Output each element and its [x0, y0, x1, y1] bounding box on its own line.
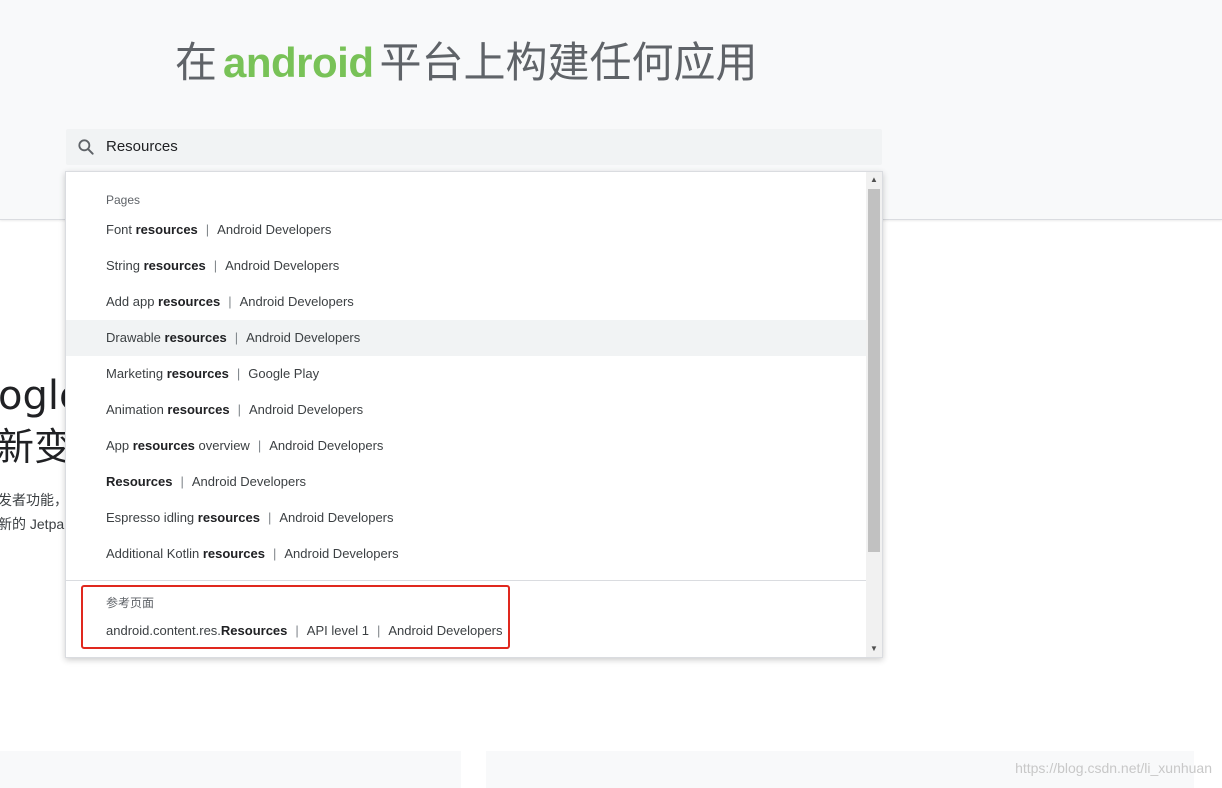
search-box[interactable] — [66, 129, 882, 165]
result-title-match: resources — [197, 510, 260, 525]
separator: | — [273, 546, 277, 561]
result-title-match: resources — [202, 546, 265, 561]
background-subheading: 新变 — [0, 425, 73, 469]
scrollbar-thumb[interactable] — [868, 189, 880, 552]
search-result-item[interactable]: App resources overview | Android Developer… — [66, 428, 866, 464]
result-source: Google Play — [248, 366, 320, 381]
separator: | — [257, 438, 262, 453]
scroll-down-arrow-icon[interactable]: ▼ — [866, 641, 882, 657]
separator: | — [205, 222, 210, 237]
result-title-match: resources — [135, 222, 198, 237]
search-result-item[interactable]: Espresso idling resources | Android Develo… — [66, 500, 866, 536]
result-source: Android Developers — [269, 438, 384, 453]
result-source: Android Developers — [217, 222, 332, 237]
search-result-text: Additional Kotlin resources | Android Deve… — [106, 536, 399, 572]
search-result-text: Resources | Android Developers — [106, 464, 306, 500]
search-result-text: Espresso idling resources | Android Develo… — [106, 500, 394, 536]
search-result-item[interactable]: String resources | Android Developers — [66, 248, 866, 284]
separator: | — [236, 366, 241, 381]
result-source: Android Developers — [246, 330, 361, 345]
hero-title-suffix: 平台上构建任何应用 — [379, 38, 758, 87]
result-title-match: resources — [143, 258, 206, 273]
watermark: https://blog.csdn.net/li_xunhuan — [1015, 760, 1212, 776]
result-source: Android Developers — [284, 546, 399, 561]
separator: | — [213, 258, 218, 273]
annotation-highlight-box — [81, 585, 510, 649]
result-source: Android Developers — [225, 258, 340, 273]
result-title-prefix: Additional Kotlin — [106, 546, 203, 561]
search-icon — [78, 139, 94, 155]
search-result-item[interactable]: Additional Kotlin resources | Android Deve… — [66, 536, 866, 572]
dropdown-scrollbar[interactable]: ▲ ▼ — [866, 172, 882, 657]
android-logo-text: android — [223, 39, 374, 86]
search-result-item[interactable]: Drawable resources | Android Developers — [66, 320, 866, 356]
search-result-item[interactable]: Animation resources | Android Developers — [66, 392, 866, 428]
search-result-text: Drawable resources | Android Developers — [106, 320, 360, 356]
search-result-text: Animation resources | Android Developers — [106, 392, 363, 428]
result-title-match: resources — [164, 330, 227, 345]
result-title-prefix: App — [106, 438, 133, 453]
content-card — [0, 751, 461, 788]
result-title-prefix: Font — [106, 222, 136, 237]
separator: | — [228, 294, 232, 309]
search-result-item[interactable]: Add app resources | Android Developers — [66, 284, 866, 320]
separator: | — [237, 402, 241, 417]
result-title-prefix: Animation — [106, 402, 168, 417]
background-paragraph: 发者功能， 新的 Jetpa — [0, 488, 68, 536]
separator: | — [267, 510, 272, 525]
result-title-suffix: overview — [194, 438, 250, 453]
search-result-text: App resources overview | Android Developer… — [106, 428, 383, 464]
result-title-match: resources — [132, 438, 195, 453]
result-title-prefix: Add app — [106, 294, 159, 309]
result-title-match: resources — [158, 294, 221, 309]
result-source: Android Developers — [239, 294, 354, 309]
result-title-prefix: String — [106, 258, 144, 273]
result-title-prefix: Espresso idling — [106, 510, 198, 525]
result-source: Android Developers — [191, 474, 307, 489]
result-source: Android Developers — [248, 402, 364, 417]
result-source: Android Developers — [279, 510, 394, 525]
search-result-item[interactable]: Resources | Android Developers — [66, 464, 866, 500]
separator: | — [180, 474, 184, 489]
result-title-match: resources — [167, 402, 230, 417]
background-paragraph-line: 新的 Jetpa — [0, 516, 65, 532]
hero-title: 在 android 平台上构建任何应用 — [175, 36, 758, 90]
search-result-text: Add app resources | Android Developers — [106, 284, 354, 320]
separator: | — [234, 330, 239, 345]
search-result-text: Marketing resources | Google Play — [106, 356, 319, 392]
search-result-text: Font resources | Android Developers — [106, 212, 331, 248]
scroll-up-arrow-icon[interactable]: ▲ — [866, 172, 882, 188]
background-paragraph-line: 发者功能， — [0, 492, 68, 508]
search-result-item[interactable]: Marketing resources | Google Play — [66, 356, 866, 392]
result-title-match: Resources — [106, 474, 173, 489]
result-title-match: resources — [166, 366, 229, 381]
result-title-prefix: Drawable — [106, 330, 165, 345]
result-title-prefix: Marketing — [106, 366, 167, 381]
search-input[interactable] — [106, 129, 866, 165]
search-result-item[interactable]: Font resources | Android Developers — [66, 212, 866, 248]
search-result-text: String resources | Android Developers — [106, 248, 339, 284]
pages-section-label: Pages — [106, 193, 141, 207]
hero-title-prefix: 在 — [175, 38, 218, 87]
section-divider — [66, 580, 866, 581]
